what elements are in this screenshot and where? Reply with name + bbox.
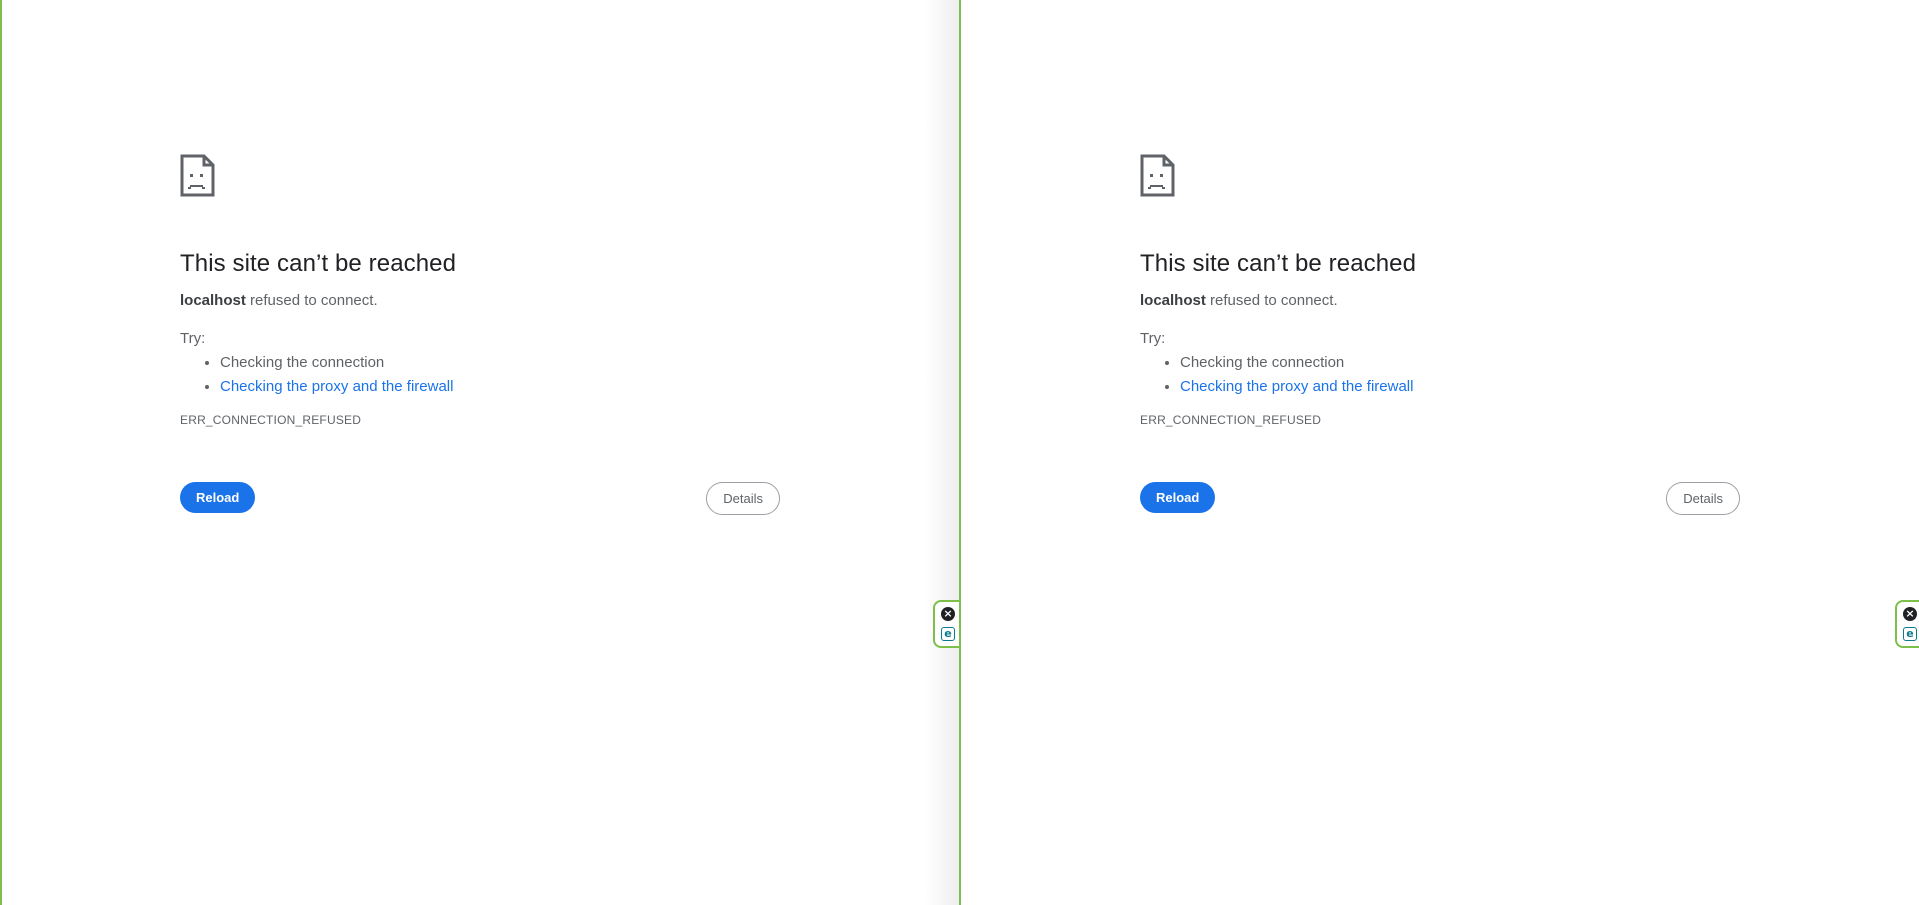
side-extension-widget: × e (1895, 600, 1919, 648)
left-browser-pane: This site can’t be reached localhost ref… (0, 0, 959, 905)
try-label: Try: (180, 330, 206, 347)
details-button[interactable]: Details (706, 482, 780, 515)
suggestion-check-proxy-firewall-link[interactable]: Checking the proxy and the firewall (1180, 378, 1413, 395)
error-summary-text: refused to connect. (245, 292, 378, 309)
error-summary: localhost refused to connect. (180, 291, 780, 311)
reload-button[interactable]: Reload (1140, 482, 1216, 513)
suggestion-check-connection: Checking the connection (220, 351, 780, 375)
reload-button[interactable]: Reload (180, 482, 256, 513)
sad-document-icon (180, 154, 215, 197)
error-title: This site can’t be reached (180, 250, 457, 277)
suggestion-check-proxy-firewall-link[interactable]: Checking the proxy and the firewall (220, 378, 453, 395)
error-code: ERR_CONNECTION_REFUSED (180, 413, 362, 427)
error-title: This site can’t be reached (1140, 250, 1417, 277)
error-code: ERR_CONNECTION_REFUSED (1140, 413, 1322, 427)
suggestions-list: Checking the connection Checking the pro… (1140, 351, 1740, 399)
suggestion-check-proxy-firewall[interactable]: Checking the proxy and the firewall (1180, 375, 1740, 399)
pane-divider-shadow (924, 0, 959, 905)
close-circle-icon[interactable]: × (941, 607, 955, 621)
sad-document-icon (1140, 154, 1175, 197)
close-circle-icon[interactable]: × (1903, 607, 1917, 621)
error-page-content: This site can’t be reached localhost ref… (180, 154, 780, 516)
error-summary: localhost refused to connect. (1140, 291, 1740, 311)
try-label: Try: (1140, 330, 1166, 347)
error-host: localhost (180, 292, 246, 309)
suggestion-check-connection: Checking the connection (1180, 351, 1740, 375)
suggestions-list: Checking the connection Checking the pro… (180, 351, 780, 399)
side-extension-widget: × e (933, 600, 959, 648)
extension-e-icon[interactable]: e (1903, 627, 1917, 641)
suggestion-check-proxy-firewall[interactable]: Checking the proxy and the firewall (220, 375, 780, 399)
details-button[interactable]: Details (1666, 482, 1740, 515)
right-browser-pane: This site can’t be reached localhost ref… (959, 0, 1919, 905)
button-row: Reload Details (180, 482, 780, 516)
extension-e-icon[interactable]: e (941, 627, 955, 641)
error-host: localhost (1140, 292, 1206, 309)
button-row: Reload Details (1140, 482, 1740, 516)
error-page-content: This site can’t be reached localhost ref… (1140, 154, 1740, 516)
error-summary-text: refused to connect. (1205, 292, 1338, 309)
